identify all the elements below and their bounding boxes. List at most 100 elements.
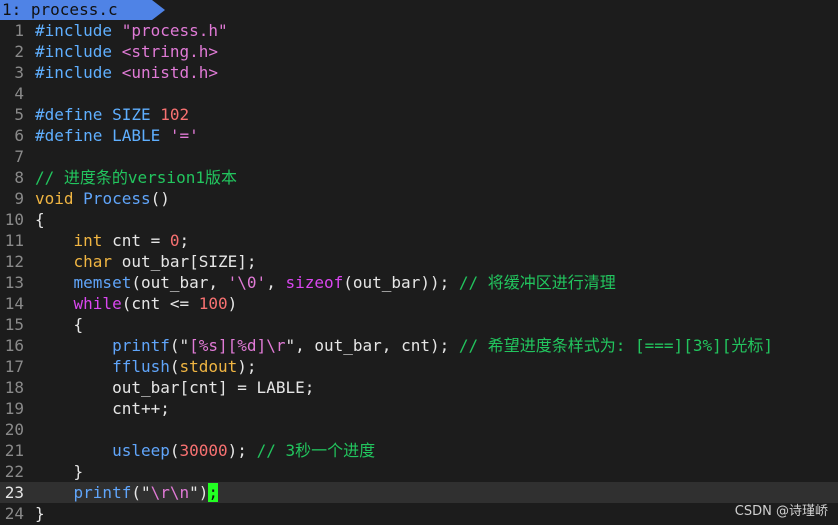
code-token: '=' — [169, 126, 199, 145]
code-editor[interactable]: 1 #include "process.h" 2 #include <string.h… — [0, 20, 838, 524]
line-number: 23 — [4, 483, 24, 502]
code-line-21[interactable]: 21 usleep(30000); // 3秒一个进度 — [0, 440, 838, 461]
code-token: ) — [227, 294, 238, 313]
code-token: printf — [112, 336, 170, 355]
code-line-11[interactable]: 11 int cnt = 0; — [0, 230, 838, 251]
code-token: ") — [189, 483, 209, 502]
line-number: 4 — [14, 84, 24, 103]
code-token: (cnt <= — [121, 294, 199, 313]
code-token: #include — [35, 42, 122, 61]
code-token: Process — [83, 189, 151, 208]
text-cursor: ; — [208, 483, 219, 502]
code-line-13[interactable]: 13 memset(out_bar, '\0', sizeof(out_bar)… — [0, 272, 838, 293]
code-token: } — [35, 504, 45, 523]
code-token: ] — [256, 336, 267, 355]
code-line-9[interactable]: 9 void Process() — [0, 188, 838, 209]
code-line-12[interactable]: 12 char out_bar[SIZE]; — [0, 251, 838, 272]
line-number: 8 — [14, 168, 24, 187]
line-number: 19 — [4, 399, 24, 418]
code-token: fflush — [112, 357, 170, 376]
code-token: %d — [237, 336, 257, 355]
code-line-2[interactable]: 2 #include <string.h> — [0, 41, 838, 62]
code-token: ", out_bar, cnt); — [285, 336, 459, 355]
line-number: 11 — [4, 231, 24, 250]
line-number: 1 — [14, 21, 24, 40]
code-token: [ — [189, 336, 199, 355]
code-token: ( — [169, 441, 180, 460]
line-number: 13 — [4, 273, 24, 292]
line-number: 14 — [4, 294, 24, 313]
line-number: 10 — [4, 210, 24, 229]
code-line-7[interactable]: 7 — [0, 146, 838, 167]
line-number: 5 — [14, 105, 24, 124]
code-token: , — [266, 273, 286, 292]
code-line-19[interactable]: 19 cnt++; — [0, 398, 838, 419]
code-line-20[interactable]: 20 — [0, 419, 838, 440]
code-token: \r — [266, 336, 286, 355]
code-line-24[interactable]: 24} — [0, 503, 838, 524]
code-token: void — [35, 189, 74, 208]
code-token: while — [73, 294, 122, 313]
code-line-5[interactable]: 5 #define SIZE 102 — [0, 104, 838, 125]
code-token: "process.h" — [121, 21, 228, 40]
code-line-1[interactable]: 1 #include "process.h" — [0, 20, 838, 41]
code-line-15[interactable]: 15 { — [0, 314, 838, 335]
code-line-3[interactable]: 3 #include <unistd.h> — [0, 62, 838, 83]
code-line-22[interactable]: 22 } — [0, 461, 838, 482]
code-token: char — [73, 252, 113, 271]
code-token: %s — [198, 336, 219, 355]
code-token: // 进度条的version1版本 — [35, 168, 237, 187]
code-token: // 希望进度条样式为: [===][3%][光标] — [458, 336, 773, 355]
code-token: int — [73, 231, 103, 250]
code-token: { — [35, 210, 45, 229]
line-number: 6 — [14, 126, 24, 145]
tab-process-c[interactable]: 1: process.c — [0, 0, 165, 20]
line-number: 2 — [14, 42, 24, 61]
code-token: 30000 — [179, 441, 228, 460]
line-number: 17 — [4, 357, 24, 376]
tab-bar: 1: process.c — [0, 0, 838, 21]
code-token: out_bar[SIZE]; — [112, 252, 257, 271]
code-token: cnt++; — [35, 399, 170, 418]
code-line-18[interactable]: 18 out_bar[cnt] = LABLE; — [0, 377, 838, 398]
code-token: (out_bar, — [131, 273, 228, 292]
code-token: stdout — [179, 357, 238, 376]
line-number: 21 — [4, 441, 24, 460]
code-token: 100 — [198, 294, 228, 313]
code-token: ][ — [218, 336, 238, 355]
code-token: (out_bar)); — [343, 273, 459, 292]
code-line-16[interactable]: 16 printf("[%s][%d]\r", out_bar, cnt); /… — [0, 335, 838, 356]
code-line-10[interactable]: 10 { — [0, 209, 838, 230]
code-line-6[interactable]: 6 #define LABLE '=' — [0, 125, 838, 146]
code-token: 102 — [160, 105, 190, 124]
code-token: ); — [227, 441, 257, 460]
code-token: 0 — [169, 231, 180, 250]
line-number: 16 — [4, 336, 24, 355]
code-token: printf — [73, 483, 132, 502]
code-token: #define SIZE — [35, 105, 161, 124]
code-line-8[interactable]: 8 // 进度条的version1版本 — [0, 167, 838, 188]
code-token: memset — [73, 273, 132, 292]
line-number: 12 — [4, 252, 24, 271]
code-token: #define LABLE — [35, 126, 170, 145]
code-line-4[interactable]: 4 — [0, 83, 838, 104]
line-number: 7 — [14, 147, 24, 166]
code-token: <unistd.h> — [121, 63, 219, 82]
code-token: } — [35, 462, 84, 481]
code-line-23[interactable]: 23 printf("\r\n"); — [0, 482, 838, 503]
line-number: 15 — [4, 315, 24, 334]
code-token: ; — [179, 231, 190, 250]
code-line-17[interactable]: 17 fflush(stdout); — [0, 356, 838, 377]
line-number: 9 — [14, 189, 24, 208]
code-line-14[interactable]: 14 while(cnt <= 100) — [0, 293, 838, 314]
code-token: (" — [131, 483, 151, 502]
code-token: ( — [169, 357, 180, 376]
code-token: // 将缓冲区进行清理 — [458, 273, 616, 292]
